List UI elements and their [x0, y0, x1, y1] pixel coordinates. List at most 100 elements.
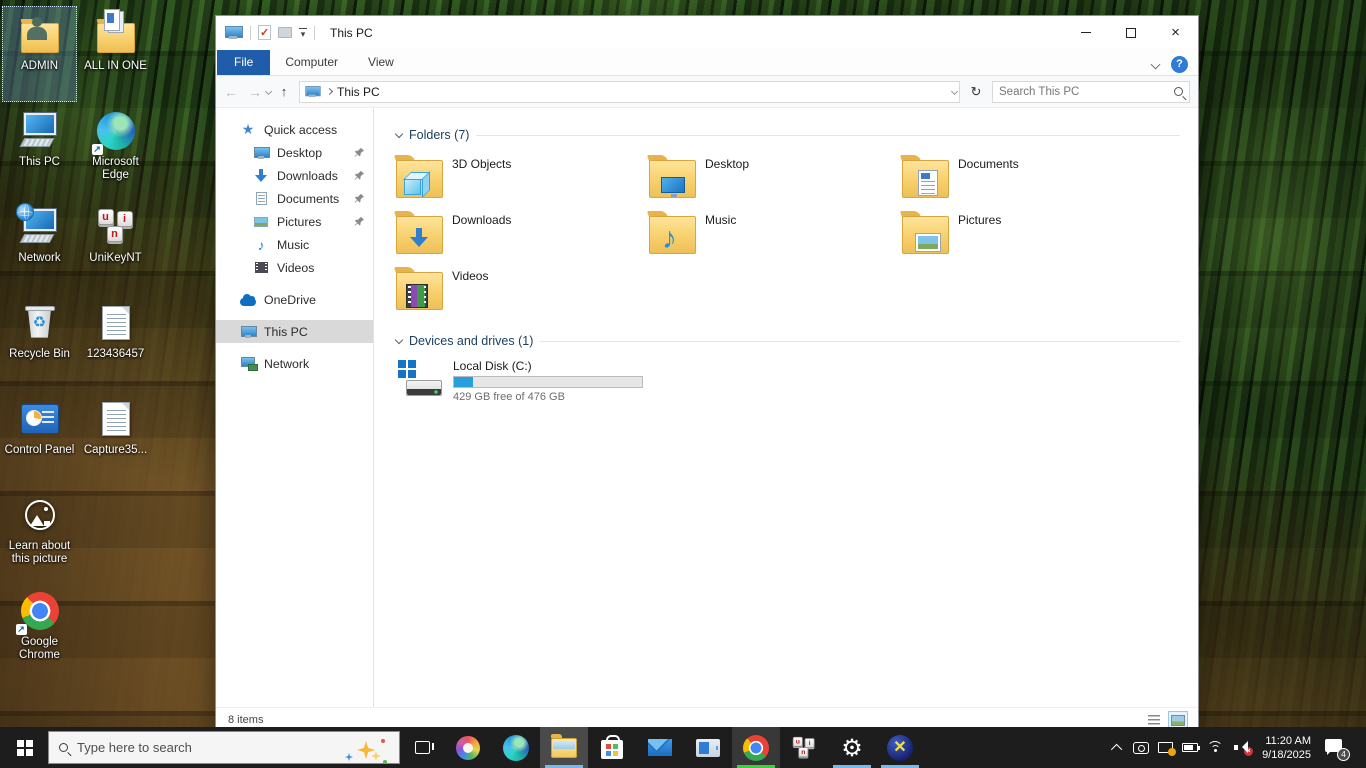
folder-icon — [902, 216, 949, 254]
recycle-bin-icon: ♻ — [18, 301, 62, 345]
breadcrumb[interactable]: This PC — [337, 85, 380, 99]
desktop-icon-recycle-bin[interactable]: ♻ Recycle Bin — [2, 294, 77, 390]
customize-toolbar-dropdown-icon[interactable]: ▾ — [299, 27, 307, 38]
music-note-icon: ♪ — [257, 236, 265, 253]
sidebar-item-this-pc[interactable]: This PC — [216, 320, 373, 343]
wifi-icon[interactable] — [1207, 741, 1225, 754]
tray-chevron-up-icon[interactable] — [1110, 743, 1123, 755]
volume-muted-icon[interactable]: × — [1234, 741, 1254, 756]
desktop-icon-control-panel[interactable]: Control Panel — [2, 390, 77, 486]
network-icon — [240, 357, 258, 371]
sidebar-item-pictures[interactable]: Pictures — [216, 210, 373, 233]
maximize-button[interactable] — [1108, 16, 1153, 49]
tab-view[interactable]: View — [353, 50, 409, 75]
forward-button[interactable]: → — [246, 84, 264, 100]
minimize-button[interactable] — [1063, 16, 1108, 49]
sidebar-item-onedrive[interactable]: OneDrive — [216, 288, 373, 311]
back-button[interactable]: ← — [222, 84, 240, 100]
taskbar-clock[interactable]: 11:20 AM 9/18/2025 — [1260, 734, 1313, 762]
meet-now-icon[interactable] — [1133, 741, 1150, 754]
desktop-icon-admin[interactable]: ADMIN — [2, 6, 77, 102]
sidebar-item-quick-access[interactable]: ★ Quick access — [216, 118, 373, 141]
group-header-folders[interactable]: Folders (7) — [394, 128, 1188, 142]
tab-computer[interactable]: Computer — [270, 50, 353, 75]
search-icon[interactable] — [1174, 87, 1183, 96]
desktop-icon-123436457[interactable]: 123436457 — [78, 294, 153, 390]
collapse-chevron-icon[interactable] — [394, 335, 404, 345]
sidebar-item-documents[interactable]: Documents — [216, 187, 373, 210]
sidebar-item-videos[interactable]: Videos — [216, 256, 373, 279]
folder-tile-downloads[interactable]: Downloads — [396, 208, 649, 264]
address-dropdown-icon[interactable] — [950, 87, 959, 96]
music-note-icon: ♪ — [662, 222, 677, 255]
this-pc-window-icon[interactable] — [225, 25, 243, 40]
taskbar-app-edge[interactable] — [492, 727, 540, 768]
desktop-icon-label: 123436457 — [86, 348, 145, 360]
taskbar-app-chrome[interactable] — [732, 727, 780, 768]
sidebar-item-desktop[interactable]: Desktop — [216, 141, 373, 164]
drive-tile-local-disk-c[interactable]: Local Disk (C:) 429 GB free of 476 GB — [396, 358, 1188, 403]
computer-icon — [18, 109, 62, 153]
sidebar-item-music[interactable]: ♪ Music — [216, 233, 373, 256]
taskbar-app-x[interactable] — [876, 727, 924, 768]
window-caption-buttons: × — [1063, 16, 1198, 49]
folder-tile-music[interactable]: ♪ Music — [649, 208, 902, 264]
taskbar-app-file-explorer[interactable] — [540, 727, 588, 768]
folder-tile-3d-objects[interactable]: 3D Objects — [396, 152, 649, 208]
desktop-icon-label: Capture35... — [83, 444, 148, 456]
close-button[interactable]: × — [1153, 16, 1198, 49]
folder-tile-pictures[interactable]: Pictures — [902, 208, 1155, 264]
desktop-icon-capture35[interactable]: Capture35... — [78, 390, 153, 486]
group-header-devices[interactable]: Devices and drives (1) — [394, 334, 1188, 348]
taskbar-app-unikey[interactable]: uin — [780, 727, 828, 768]
sidebar-item-downloads[interactable]: Downloads — [216, 164, 373, 187]
photo-icon — [916, 234, 940, 251]
taskbar-app-store[interactable] — [588, 727, 636, 768]
recent-locations-dropdown-icon[interactable] — [264, 87, 273, 96]
sidebar-item-network[interactable]: Network — [216, 352, 373, 375]
desktop-icon-this-pc[interactable]: This PC — [2, 102, 77, 198]
picture-icon — [254, 216, 268, 227]
battery-icon[interactable] — [1182, 743, 1201, 752]
desktop-icon-network[interactable]: Network — [2, 198, 77, 294]
windows-logo-icon — [16, 740, 24, 747]
ribbon-tab-bar: File Computer View ? — [216, 49, 1198, 76]
desktop-icon-google-chrome[interactable]: ↗ Google Chrome — [2, 582, 77, 678]
mail-icon — [648, 739, 672, 756]
hard-drive-icon — [396, 358, 444, 400]
new-folder-icon[interactable] — [278, 27, 292, 38]
task-view-button[interactable] — [400, 727, 444, 768]
search-box[interactable] — [992, 80, 1190, 103]
refresh-icon[interactable]: ↻ — [966, 84, 986, 100]
desktop-icon-microsoft-edge[interactable]: ↗ Microsoft Edge — [78, 102, 153, 198]
taskbar-app-window[interactable] — [684, 727, 732, 768]
start-button[interactable] — [0, 727, 48, 768]
taskbar-search-box[interactable] — [48, 731, 400, 764]
action-center-button[interactable]: 4 — [1322, 737, 1350, 761]
up-button[interactable]: ↑ — [275, 84, 293, 99]
collapse-chevron-icon[interactable] — [394, 129, 404, 139]
taskbar-app-settings[interactable]: ⚙ — [828, 727, 876, 768]
desktop-icon-label: ALL IN ONE — [84, 60, 147, 72]
tab-file[interactable]: File — [217, 50, 271, 75]
chrome-icon: ↗ — [15, 589, 62, 635]
desktop-icon-learn-picture[interactable]: Learn about this picture — [2, 486, 77, 582]
desktop-icon-unikeynt[interactable]: uin UniKeyNT — [78, 198, 153, 294]
folder-tile-documents[interactable]: Documents — [902, 152, 1155, 208]
address-bar[interactable]: This PC — [299, 80, 960, 103]
desktop-icon-all-in-one[interactable]: ALL IN ONE — [78, 6, 153, 102]
breadcrumb-chevron-icon[interactable] — [325, 87, 334, 96]
folder-tile-videos[interactable]: Videos — [396, 264, 649, 320]
search-input[interactable] — [999, 85, 1174, 98]
expand-ribbon-icon[interactable] — [1150, 59, 1161, 69]
taskbar-app-mail[interactable] — [636, 727, 684, 768]
title-bar[interactable]: ▾ This PC × — [216, 16, 1198, 49]
folder-icon: ♪ — [649, 216, 696, 254]
display-status-icon[interactable] — [1158, 742, 1177, 756]
properties-icon[interactable] — [258, 25, 271, 40]
folder-tile-desktop[interactable]: Desktop — [649, 152, 902, 208]
taskbar-app-copilot[interactable] — [444, 727, 492, 768]
pin-icon — [354, 216, 365, 226]
help-icon[interactable]: ? — [1171, 56, 1188, 73]
desktop-icon-label: Recycle Bin — [9, 348, 70, 360]
